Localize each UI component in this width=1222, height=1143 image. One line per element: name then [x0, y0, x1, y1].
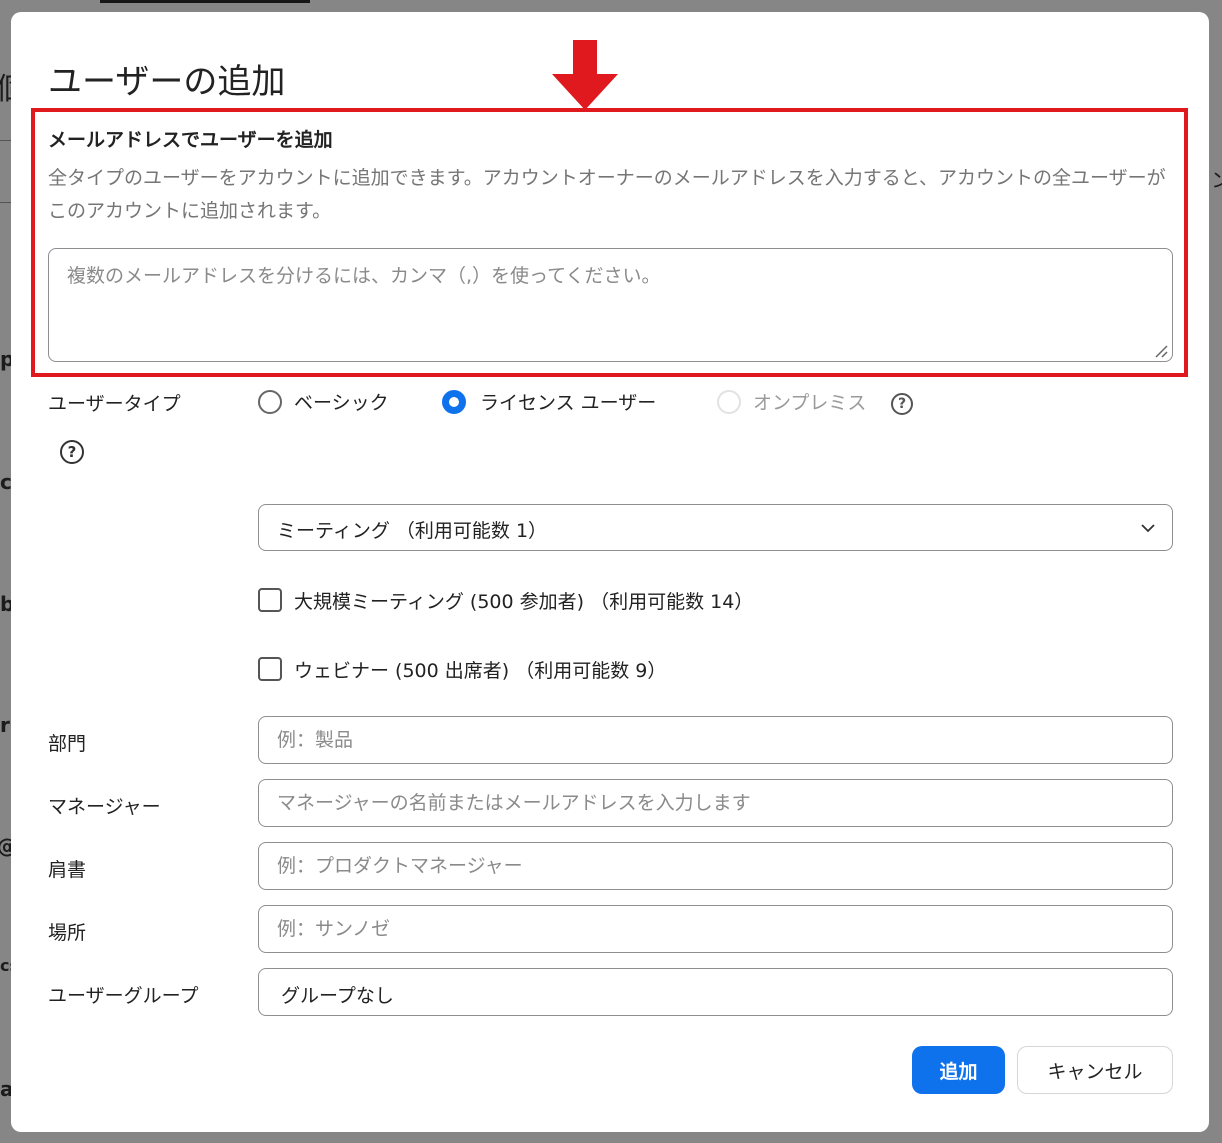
department-label: 部門 — [48, 733, 87, 755]
department-input[interactable] — [258, 716, 1173, 764]
radio-licensed-user-label[interactable]: ライセンス ユーザー — [480, 388, 656, 415]
add-button[interactable]: 追加 — [912, 1046, 1005, 1094]
email-addresses-textarea[interactable] — [48, 248, 1173, 362]
radio-basic-label[interactable]: ベーシック — [294, 388, 389, 415]
webinar-checkbox[interactable] — [258, 657, 282, 681]
radio-basic[interactable] — [258, 390, 282, 414]
large-meeting-label[interactable]: 大規模ミーティング (500 参加者) （利用可能数 14） — [294, 587, 753, 614]
license-type-value: ミーティング （利用可能数 1） — [277, 520, 548, 542]
help-icon[interactable]: ? — [60, 440, 84, 464]
location-input[interactable] — [258, 905, 1173, 953]
chevron-down-icon — [1141, 524, 1155, 533]
license-type-select[interactable]: ミーティング （利用可能数 1） — [258, 504, 1173, 551]
manager-input[interactable] — [258, 779, 1173, 827]
job-title-label: 肩書 — [48, 859, 87, 881]
job-title-input[interactable] — [258, 842, 1173, 890]
radio-on-premise — [717, 390, 741, 414]
resize-handle-icon[interactable] — [1154, 344, 1168, 358]
radio-licensed-user[interactable] — [442, 390, 466, 414]
user-group-select[interactable]: グループなし — [258, 968, 1173, 1016]
radio-on-premise-label: オンプレミス — [753, 392, 867, 414]
cancel-button[interactable]: キャンセル — [1017, 1046, 1173, 1094]
location-label: 場所 — [48, 922, 87, 944]
user-group-value: グループなし — [281, 985, 394, 1007]
manager-label: マネージャー — [48, 796, 161, 818]
email-section-description: 全タイプのユーザーをアカウントに追加できます。アカウントオーナーのメールアドレス… — [48, 167, 1166, 222]
user-type-label: ユーザータイプ — [48, 393, 181, 415]
red-down-arrow-icon — [552, 40, 618, 110]
dialog-title: ユーザーの追加 — [48, 62, 286, 102]
large-meeting-checkbox[interactable] — [258, 588, 282, 612]
webinar-label[interactable]: ウェビナー (500 出席者) （利用可能数 9） — [294, 656, 666, 683]
email-section-title: メールアドレスでユーザーを追加 — [48, 129, 333, 151]
help-icon[interactable]: ? — [891, 393, 913, 415]
add-user-dialog: ユーザーの追加 メールアドレスでユーザーを追加 全タイプのユーザーをアカウントに… — [11, 12, 1209, 1132]
user-group-label: ユーザーグループ — [48, 985, 199, 1007]
